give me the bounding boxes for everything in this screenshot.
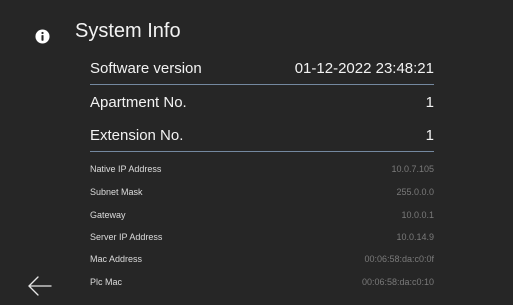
server-ip-row: Server IP Address 10.0.14.9 xyxy=(90,228,434,246)
gateway-value: 10.0.0.1 xyxy=(401,210,434,220)
system-info-screen: System Info Software version 01-12-2022 … xyxy=(0,0,513,305)
info-icon xyxy=(35,29,50,44)
mac-address-label: Mac Address xyxy=(90,254,143,264)
subnet-mask-value: 255.0.0.0 xyxy=(396,187,434,197)
mac-address-row: Mac Address 00:06:58:da:c0:0f xyxy=(90,250,434,268)
subnet-mask-row: Subnet Mask 255.0.0.0 xyxy=(90,183,434,201)
divider xyxy=(90,151,434,152)
divider xyxy=(90,84,434,85)
server-ip-label: Server IP Address xyxy=(90,232,163,242)
native-ip-row: Native IP Address 10.0.7.105 xyxy=(90,160,434,178)
native-ip-value: 10.0.7.105 xyxy=(391,164,434,174)
plc-mac-row: Plc Mac 00:06:58:da:c0:10 xyxy=(90,273,434,291)
page-title: System Info xyxy=(75,20,181,42)
apartment-no-label: Apartment No. xyxy=(90,93,187,111)
plc-mac-value: 00:06:58:da:c0:10 xyxy=(361,277,434,287)
apartment-no-value: 1 xyxy=(425,93,434,111)
back-arrow-icon[interactable] xyxy=(26,274,54,298)
apartment-no-row: Apartment No. 1 xyxy=(90,89,434,115)
extension-no-row: Extension No. 1 xyxy=(90,122,434,148)
mac-address-value: 00:06:58:da:c0:0f xyxy=(364,254,434,264)
server-ip-value: 10.0.14.9 xyxy=(396,232,434,242)
extension-no-label: Extension No. xyxy=(90,126,184,144)
subnet-mask-label: Subnet Mask xyxy=(90,187,143,197)
gateway-row: Gateway 10.0.0.1 xyxy=(90,206,434,224)
software-version-value: 01-12-2022 23:48:21 xyxy=(294,59,434,77)
native-ip-label: Native IP Address xyxy=(90,164,162,174)
plc-mac-label: Plc Mac xyxy=(90,277,123,287)
software-version-label: Software version xyxy=(90,59,202,77)
software-version-row: Software version 01-12-2022 23:48:21 xyxy=(90,55,434,81)
extension-no-value: 1 xyxy=(425,126,434,144)
gateway-label: Gateway xyxy=(90,210,126,220)
